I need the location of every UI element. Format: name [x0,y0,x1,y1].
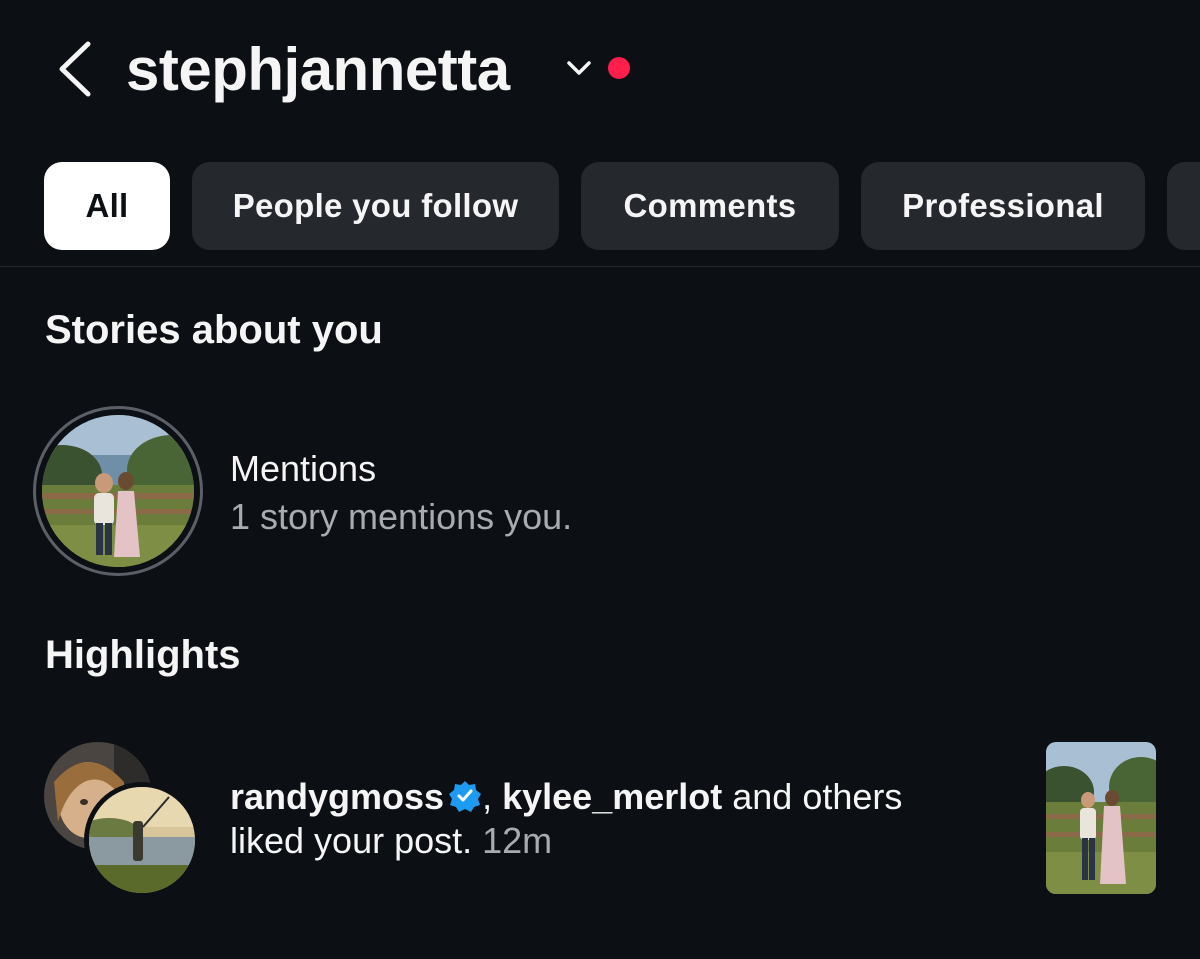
filter-comments-label: Comments [623,187,797,224]
mentions-avatar[interactable] [33,406,203,576]
notif-others: and others [732,776,903,817]
stories-section-title: Stories about you [45,308,383,352]
filter-all[interactable]: All [44,162,170,250]
notif-action: liked your post. [230,820,473,861]
post-thumbnail[interactable] [1046,742,1156,894]
notif-user1[interactable]: randygmoss [230,776,444,817]
verified-badge-icon [449,781,482,812]
filter-people-label: People you follow [232,187,519,224]
header: stephjannetta [0,0,1200,140]
avatar-user2[interactable] [84,782,200,898]
story-photo [42,415,194,567]
unread-dot [608,57,630,79]
notif-user2[interactable]: kylee_merlot [502,776,722,817]
filter-professional[interactable]: Professional [861,162,1145,250]
highlights-section-title: Highlights [45,633,241,677]
filter-comments[interactable]: Comments [581,162,839,250]
account-title[interactable]: stephjannetta [126,32,510,108]
divider [0,266,1200,267]
filter-more[interactable] [1167,162,1200,250]
filter-people-you-follow[interactable]: People you follow [192,162,559,250]
post-photo [1046,742,1156,894]
notif-time: 12m [482,820,553,861]
filter-all-label: All [85,187,129,224]
notif-separator: , [482,776,493,817]
chevron-down-icon[interactable] [564,56,594,80]
mentions-title[interactable]: Mentions [230,448,376,490]
notification-text[interactable]: randygmoss, kylee_merlot and others like… [230,775,990,863]
mentions-subtitle: 1 story mentions you. [230,496,573,537]
back-arrow-icon[interactable] [52,38,102,100]
avatar-photo [89,787,195,893]
filter-professional-label: Professional [902,187,1104,224]
filter-bar: All People you follow Comments Professio… [0,162,1200,252]
